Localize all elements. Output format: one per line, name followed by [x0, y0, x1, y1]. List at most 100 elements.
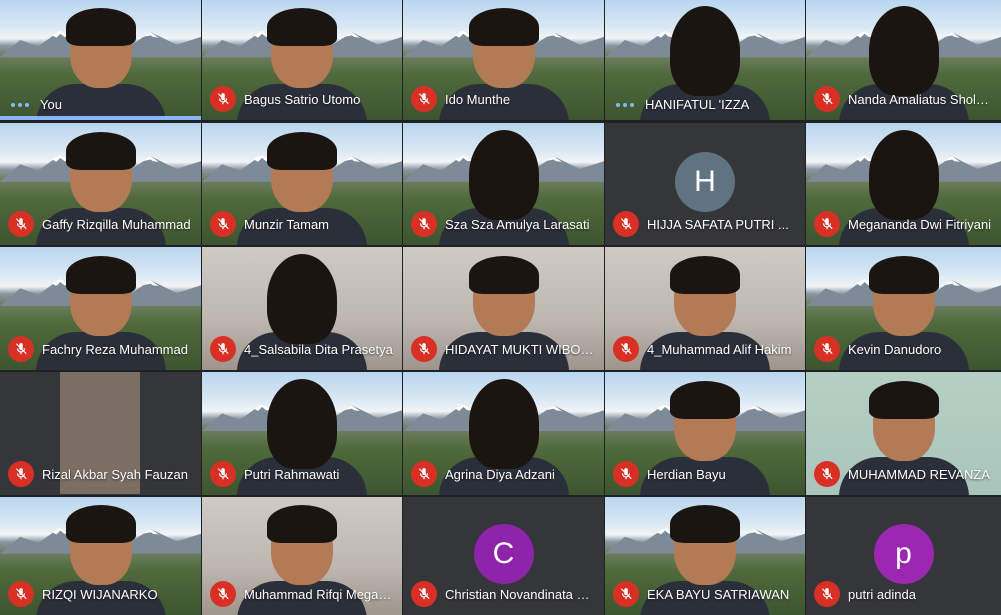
participant-label: Putri Rahmawati: [210, 461, 396, 487]
participant-name: 4_Salsabila Dita Prasetya: [244, 341, 393, 357]
mic-off-icon: [613, 211, 639, 237]
participant-tile[interactable]: C Christian Novandinata Putra: [403, 497, 604, 615]
participant-label: Agrina Diya Adzani: [411, 461, 598, 487]
participant-tile[interactable]: You: [0, 0, 201, 120]
mic-off-icon: [411, 336, 437, 362]
mic-off-icon: [814, 211, 840, 237]
participant-name: Fachry Reza Muhammad: [42, 341, 188, 357]
mic-off-icon: [814, 86, 840, 112]
participant-name: Megananda Dwi Fitriyani: [848, 216, 992, 232]
mic-off-icon: [8, 461, 34, 487]
mic-off-icon: [210, 461, 236, 487]
participant-name: 4_Muhammad Alif Hakim: [647, 341, 792, 357]
participant-name: Herdian Bayu: [647, 466, 726, 482]
participant-tile[interactable]: H HIJJA SAFATA PUTRI ...: [605, 123, 805, 245]
avatar: C: [473, 523, 534, 584]
participant-label: HANIFATUL 'IZZA: [613, 97, 799, 112]
mic-off-icon: [613, 336, 639, 362]
avatar: p: [873, 523, 934, 584]
participant-tile[interactable]: Putri Rahmawati: [202, 372, 402, 495]
participant-tile[interactable]: Gaffy Rizqilla Muhammad: [0, 123, 201, 245]
participant-label: Munzir Tamam: [210, 211, 396, 237]
mic-off-icon: [613, 581, 639, 607]
participant-name: Nanda Amaliatus Sholehah: [848, 91, 995, 107]
participant-name: HIDAYAT MUKTI WIBOWO: [445, 341, 598, 357]
participant-tile[interactable]: Megananda Dwi Fitriyani: [806, 123, 1001, 245]
participant-tile[interactable]: Munzir Tamam: [202, 123, 402, 245]
active-speaker-bar: [0, 116, 201, 120]
participant-label: 4_Muhammad Alif Hakim: [613, 336, 799, 362]
mic-off-icon: [210, 211, 236, 237]
participant-name: You: [40, 97, 62, 112]
participant-name: Gaffy Rizqilla Muhammad: [42, 216, 191, 232]
participant-tile[interactable]: MUHAMMAD REVANZA: [806, 372, 1001, 495]
mic-off-icon: [814, 581, 840, 607]
participant-tile[interactable]: HANIFATUL 'IZZA: [605, 0, 805, 120]
mic-off-icon: [613, 461, 639, 487]
participant-label: putri adinda: [814, 581, 995, 607]
participant-tile[interactable]: 4_Salsabila Dita Prasetya: [202, 247, 402, 370]
video-grid: You Bagus Satrio Utomo Ido Munthe HANIFATUL…: [0, 0, 1001, 615]
participant-tile[interactable]: 4_Muhammad Alif Hakim: [605, 247, 805, 370]
participant-tile[interactable]: RIZQI WIJANARKO: [0, 497, 201, 615]
participant-tile[interactable]: HIDAYAT MUKTI WIBOWO: [403, 247, 604, 370]
participant-tile[interactable]: Ido Munthe: [403, 0, 604, 120]
participant-label: Megananda Dwi Fitriyani: [814, 211, 995, 237]
participant-tile[interactable]: Bagus Satrio Utomo: [202, 0, 402, 120]
participant-name: Putri Rahmawati: [244, 466, 340, 482]
mic-off-icon: [8, 336, 34, 362]
avatar: H: [675, 151, 735, 212]
participant-label: Muhammad Rifqi Megantara: [210, 581, 396, 607]
participant-name: Munzir Tamam: [244, 216, 330, 232]
participant-label: RIZQI WIJANARKO: [8, 581, 195, 607]
participant-tile[interactable]: Agrina Diya Adzani: [403, 372, 604, 495]
participant-name: Christian Novandinata Putra: [445, 586, 598, 602]
mic-off-icon: [8, 211, 34, 237]
participant-tile[interactable]: Sza Sza Amulya Larasati: [403, 123, 604, 245]
participant-name: Kevin Danudoro: [848, 341, 942, 357]
participant-label: HIJJA SAFATA PUTRI ...: [613, 211, 799, 237]
participant-name: Rizal Akbar Syah Fauzan: [42, 466, 188, 482]
mic-off-icon: [210, 581, 236, 607]
participant-label: You: [8, 97, 195, 112]
mic-off-icon: [411, 581, 437, 607]
participant-name: Sza Sza Amulya Larasati: [445, 216, 590, 232]
participant-tile[interactable]: Rizal Akbar Syah Fauzan: [0, 372, 201, 495]
participant-name: HANIFATUL 'IZZA: [645, 97, 750, 112]
participant-tile[interactable]: Kevin Danudoro: [806, 247, 1001, 370]
mic-off-icon: [210, 336, 236, 362]
mic-off-icon: [8, 581, 34, 607]
participant-label: Ido Munthe: [411, 86, 598, 112]
participant-name: EKA BAYU SATRIAWAN: [647, 586, 790, 602]
participant-label: Kevin Danudoro: [814, 336, 995, 362]
participant-name: MUHAMMAD REVANZA: [848, 466, 991, 482]
participant-label: Herdian Bayu: [613, 461, 799, 487]
participant-label: Bagus Satrio Utomo: [210, 86, 396, 112]
participant-label: Christian Novandinata Putra: [411, 581, 598, 607]
participant-name: Agrina Diya Adzani: [445, 466, 555, 482]
participant-label: 4_Salsabila Dita Prasetya: [210, 336, 396, 362]
participant-tile[interactable]: Fachry Reza Muhammad: [0, 247, 201, 370]
participant-tile[interactable]: EKA BAYU SATRIAWAN: [605, 497, 805, 615]
participant-name: HIJJA SAFATA PUTRI ...: [647, 216, 789, 232]
mic-off-icon: [814, 461, 840, 487]
participant-label: EKA BAYU SATRIAWAN: [613, 581, 799, 607]
participant-label: HIDAYAT MUKTI WIBOWO: [411, 336, 598, 362]
participant-tile[interactable]: p putri adinda: [806, 497, 1001, 615]
participant-label: Rizal Akbar Syah Fauzan: [8, 461, 195, 487]
participant-tile[interactable]: Herdian Bayu: [605, 372, 805, 495]
participant-name: RIZQI WIJANARKO: [42, 586, 158, 602]
participant-name: putri adinda: [848, 586, 916, 602]
mic-off-icon: [814, 336, 840, 362]
mic-off-icon: [411, 86, 437, 112]
participant-tile[interactable]: Muhammad Rifqi Megantara: [202, 497, 402, 615]
participant-name: Bagus Satrio Utomo: [244, 91, 361, 107]
mic-off-icon: [411, 461, 437, 487]
speaking-indicator-icon: [8, 102, 32, 107]
mic-off-icon: [210, 86, 236, 112]
participant-tile[interactable]: Nanda Amaliatus Sholehah: [806, 0, 1001, 120]
mic-off-icon: [411, 211, 437, 237]
participant-label: Nanda Amaliatus Sholehah: [814, 86, 995, 112]
participant-label: Fachry Reza Muhammad: [8, 336, 195, 362]
participant-name: Muhammad Rifqi Megantara: [244, 586, 396, 602]
